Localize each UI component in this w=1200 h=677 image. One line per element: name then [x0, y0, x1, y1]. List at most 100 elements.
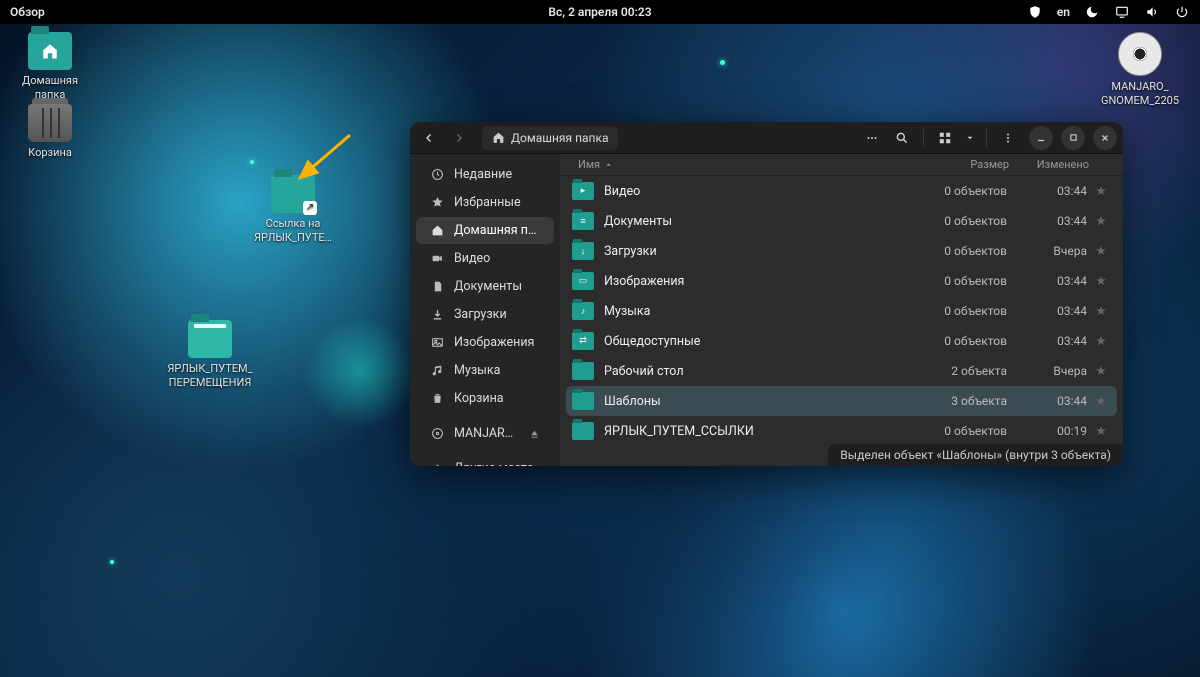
- column-size[interactable]: Размер: [919, 158, 1009, 171]
- file-modified: 03:44: [1007, 304, 1087, 318]
- file-name: Изображения: [604, 274, 917, 289]
- desktop-icon-disc[interactable]: MANJARO_GNOMEM_2205: [1090, 32, 1190, 108]
- desktop-icon-moved-folder[interactable]: ЯРЛЫК_ПУТЕМ_ПЕРЕМЕЩЕНИЯ: [155, 320, 265, 390]
- forward-button[interactable]: [446, 126, 472, 150]
- desktop-icon-label: ЯРЛЫК_ПУТЕМ_ПЕРЕМЕЩЕНИЯ: [155, 362, 265, 390]
- symlink-badge-icon: ↗: [303, 201, 317, 215]
- desktop-icon-home[interactable]: Домашняяпапка: [10, 32, 90, 102]
- file-modified: 03:44: [1007, 184, 1087, 198]
- file-modified: 03:44: [1007, 214, 1087, 228]
- file-name: ЯРЛЫК_ПУТЕМ_ССЫЛКИ: [604, 424, 917, 439]
- star-toggle[interactable]: ★: [1093, 273, 1109, 289]
- file-size: 0 объектов: [917, 184, 1007, 198]
- desktop-icon-label: MANJARO_GNOMEM_2205: [1090, 80, 1190, 108]
- star-toggle[interactable]: ★: [1093, 303, 1109, 319]
- power-icon[interactable]: [1174, 4, 1190, 20]
- file-size: 2 объекта: [917, 364, 1007, 378]
- sidebar-item-recent[interactable]: Недавние: [416, 161, 554, 188]
- disc-icon: [1118, 32, 1162, 76]
- maximize-button[interactable]: [1061, 126, 1085, 150]
- column-name[interactable]: Имя: [578, 158, 919, 171]
- star-toggle[interactable]: ★: [1093, 183, 1109, 199]
- sidebar-item-pictures[interactable]: Изображения: [416, 329, 554, 356]
- file-row[interactable]: ⇄Общедоступные0 объектов03:44★: [560, 326, 1123, 356]
- star-toggle[interactable]: ★: [1093, 423, 1109, 439]
- file-row[interactable]: ▭ Изображения0 объектов03:44 ★: [560, 266, 1123, 296]
- file-row[interactable]: ♪Музыка0 объектов03:44★: [560, 296, 1123, 326]
- download-icon: [430, 308, 444, 322]
- folder-icon: [188, 320, 232, 358]
- close-button[interactable]: [1093, 126, 1117, 150]
- sidebar-item-trash[interactable]: Корзина: [416, 385, 554, 412]
- path-bar[interactable]: Домашняя папка: [482, 126, 618, 150]
- status-bar: Выделен объект «Шаблоны» (внутри 3 объек…: [828, 444, 1123, 466]
- view-mode-button[interactable]: [932, 126, 958, 150]
- file-size: 0 объектов: [917, 424, 1007, 438]
- star-toggle[interactable]: ★: [1093, 213, 1109, 229]
- plus-icon: [430, 462, 444, 467]
- file-list: Имя Размер Изменено ▸Видео0 объектов03:4…: [560, 154, 1123, 466]
- sidebar-item-other[interactable]: Другие места: [416, 455, 554, 466]
- desktop-icon-label: Корзина: [10, 146, 90, 160]
- file-size: 0 объектов: [917, 274, 1007, 288]
- star-toggle[interactable]: ★: [1093, 333, 1109, 349]
- star-toggle[interactable]: ★: [1093, 243, 1109, 259]
- file-modified: 00:19: [1007, 424, 1087, 438]
- trash-icon: [430, 392, 444, 406]
- file-modified: 03:44: [1007, 274, 1087, 288]
- file-name: Загрузки: [604, 244, 917, 259]
- sidebar-item-home[interactable]: Домашняя папка: [416, 217, 554, 244]
- picture-icon: [430, 336, 444, 350]
- keyboard-layout-indicator[interactable]: en: [1057, 5, 1070, 19]
- sidebar-item-starred[interactable]: Избранные: [416, 189, 554, 216]
- sidebar-item-music[interactable]: Музыка: [416, 357, 554, 384]
- home-icon: [430, 224, 444, 238]
- back-button[interactable]: [416, 126, 442, 150]
- view-dropdown-button[interactable]: [962, 126, 978, 150]
- file-name: Видео: [604, 184, 917, 199]
- folder-icon: ↓: [572, 242, 594, 260]
- trash-icon: [28, 104, 72, 142]
- path-menu-button[interactable]: [859, 126, 885, 150]
- annotation-arrow: [290, 130, 360, 190]
- file-row[interactable]: ЯРЛЫК_ПУТЕМ_ССЫЛКИ0 объектов00:19 ★: [560, 416, 1123, 446]
- folder-icon: ≡: [572, 212, 594, 230]
- volume-icon[interactable]: [1144, 4, 1160, 20]
- sidebar-item-documents[interactable]: Документы: [416, 273, 554, 300]
- folder-icon: ▸: [572, 182, 594, 200]
- file-row[interactable]: Шаблоны3 объекта03:44★: [566, 386, 1117, 416]
- desktop-icon-label: Ссылка наЯРЛЫК_ПУТЕ…: [243, 217, 343, 245]
- activities-button[interactable]: Обзор: [10, 5, 45, 19]
- file-row[interactable]: ≡Документы0 объектов03:44★: [560, 206, 1123, 236]
- folder-icon: ▭: [572, 272, 594, 290]
- shield-icon[interactable]: [1027, 4, 1043, 20]
- file-row[interactable]: Рабочий стол2 объектаВчера★: [560, 356, 1123, 386]
- folder-icon: [572, 422, 594, 440]
- minimize-button[interactable]: [1029, 126, 1053, 150]
- star-toggle[interactable]: ★: [1093, 393, 1109, 409]
- night-light-icon[interactable]: [1084, 4, 1100, 20]
- clock[interactable]: Вс, 2 апреля 00:23: [548, 5, 651, 19]
- path-label: Домашняя папка: [511, 131, 608, 145]
- file-modified: 03:44: [1007, 334, 1087, 348]
- sidebar-item-videos[interactable]: Видео: [416, 245, 554, 272]
- window-titlebar[interactable]: Домашняя папка: [410, 122, 1123, 154]
- file-row[interactable]: ▸ Видео0 объектов03:44 ★: [560, 176, 1123, 206]
- video-icon: [430, 252, 444, 266]
- file-manager-window: Домашняя папка Недавние Избранные Домашн…: [410, 122, 1123, 466]
- eject-icon[interactable]: [529, 428, 540, 439]
- file-size: 3 объекта: [917, 394, 1007, 408]
- hamburger-menu-button[interactable]: [995, 126, 1021, 150]
- file-size: 0 объектов: [917, 334, 1007, 348]
- file-modified: 03:44: [1007, 394, 1087, 408]
- sidebar: Недавние Избранные Домашняя папка Видео …: [410, 154, 560, 466]
- desktop-icon-trash[interactable]: Корзина: [10, 104, 90, 160]
- sidebar-item-downloads[interactable]: Загрузки: [416, 301, 554, 328]
- file-row[interactable]: ↓Загрузки0 объектовВчера★: [560, 236, 1123, 266]
- music-icon: [430, 364, 444, 378]
- star-toggle[interactable]: ★: [1093, 363, 1109, 379]
- search-button[interactable]: [889, 126, 915, 150]
- column-modified[interactable]: Изменено: [1009, 158, 1089, 171]
- sidebar-item-device[interactable]: MANJARO_GNOME…: [416, 420, 554, 447]
- display-icon[interactable]: [1114, 4, 1130, 20]
